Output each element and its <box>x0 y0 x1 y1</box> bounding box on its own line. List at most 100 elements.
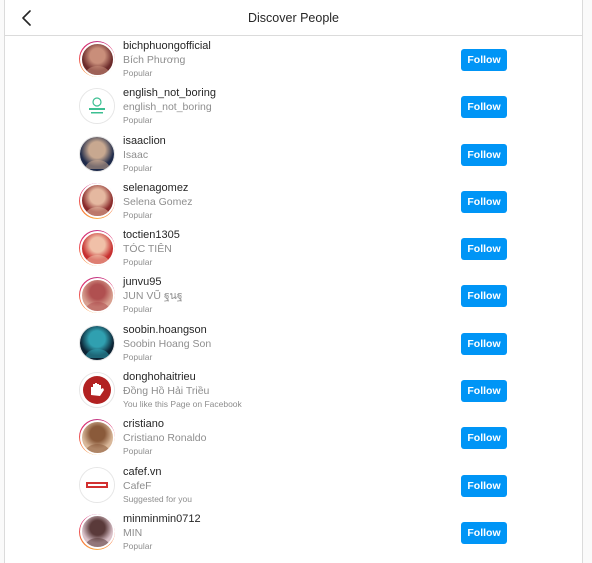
story-ring[interactable] <box>79 419 115 456</box>
user-info: bichphuongofficial Bích Phương Popular <box>123 40 423 80</box>
username[interactable]: selenagomez <box>123 182 423 195</box>
follow-button[interactable]: Follow <box>461 285 507 308</box>
user-info: isaaclion Isaac Popular <box>123 135 423 175</box>
suggestion-reason: Popular <box>123 68 153 78</box>
follow-button[interactable]: Follow <box>461 332 507 355</box>
username[interactable]: cafef.vn <box>123 466 423 479</box>
full-name: Bích Phương <box>123 54 186 66</box>
story-ring[interactable] <box>79 513 115 550</box>
story-ring[interactable] <box>79 41 115 77</box>
user-info: selenagomez Selena Gomez Popular <box>123 182 423 222</box>
profile-photo-icon <box>85 65 109 75</box>
follow-button[interactable]: Follow <box>461 96 507 119</box>
profile-photo-icon <box>85 443 109 453</box>
avatar <box>80 136 114 171</box>
user-row: soobin.hoangson Soobin Hoang Son Popular Fo… <box>5 320 582 367</box>
username[interactable]: soobin.hoangson <box>123 324 423 337</box>
user-row: donghohaitrieu Đồng Hồ Hải Triều You like … <box>5 367 582 414</box>
user-info: cristiano Cristiano Ronaldo Popular <box>123 418 423 458</box>
cafef-logo-icon <box>86 481 108 488</box>
story-ring[interactable] <box>79 182 115 219</box>
follow-button[interactable]: Follow <box>461 190 507 213</box>
profile-photo-icon <box>85 538 109 548</box>
avatar-frame[interactable] <box>79 88 115 125</box>
user-row: minminmin0712 MIN Popular Follow <box>5 509 582 556</box>
follow-button[interactable]: Follow <box>461 49 507 71</box>
avatar <box>79 230 115 266</box>
follow-button[interactable]: Follow <box>461 521 507 544</box>
avatar <box>80 325 114 360</box>
avatar-frame[interactable] <box>79 324 115 361</box>
avatar <box>79 277 115 313</box>
username[interactable]: junvu95 <box>123 276 423 289</box>
follow-button[interactable]: Follow <box>461 474 507 497</box>
header: Discover People <box>5 0 582 36</box>
hand-logo-icon <box>83 376 111 405</box>
avatar-frame[interactable] <box>79 466 115 503</box>
avatar <box>79 514 115 550</box>
suggestion-reason: Popular <box>123 115 153 126</box>
user-info: english_not_boring english_not_boring Popu… <box>123 87 423 127</box>
avatar <box>79 419 115 455</box>
suggestion-reason: Popular <box>123 162 153 173</box>
user-row: cafef.vn CafeF Suggested for you Follow <box>5 462 582 509</box>
user-row: english_not_boring english_not_boring Popu… <box>5 83 582 130</box>
user-row: bichphuongofficial Bích Phương Popular Foll… <box>5 36 582 83</box>
profile-photo-icon <box>85 160 109 170</box>
username[interactable]: english_not_boring <box>123 87 423 100</box>
full-name: JUN VŨ ฐนฐ <box>123 290 183 303</box>
user-info: donghohaitrieu Đồng Hồ Hải Triều You like … <box>123 371 423 411</box>
user-info: soobin.hoangson Soobin Hoang Son Popular <box>123 324 423 364</box>
full-name: Đồng Hồ Hải Triều <box>123 385 210 398</box>
avatar <box>80 89 114 124</box>
follow-button[interactable]: Follow <box>461 238 507 261</box>
follow-button[interactable]: Follow <box>461 380 507 403</box>
avatar <box>80 467 114 502</box>
user-row: junvu95 JUN VŨ ฐนฐ Popular Follow <box>5 272 582 319</box>
full-name: Soobin Hoang Son <box>123 337 212 350</box>
suggestion-reason: Popular <box>123 304 153 315</box>
username[interactable]: minminmin0712 <box>123 513 423 526</box>
page-title: Discover People <box>247 11 339 25</box>
avatar-frame[interactable] <box>79 135 115 172</box>
full-name: CafeF <box>123 479 152 492</box>
user-row: toctien1305 TÓC TIÊN Popular Follow <box>5 225 582 272</box>
profile-photo-icon <box>85 207 109 217</box>
user-info: cafef.vn CafeF Suggested for you <box>123 466 423 506</box>
profile-photo-icon <box>85 349 109 359</box>
discover-people-window: Discover People bichphuongofficial Bích P… <box>4 0 583 563</box>
username[interactable]: donghohaitrieu <box>123 371 423 384</box>
avatar-frame[interactable] <box>79 372 115 409</box>
story-ring[interactable] <box>79 277 115 314</box>
suggested-users-list: bichphuongofficial Bích Phương Popular Foll… <box>5 36 582 556</box>
profile-photo-icon <box>85 301 109 311</box>
username[interactable]: isaaclion <box>123 135 423 148</box>
username[interactable]: toctien1305 <box>123 229 423 242</box>
follow-button[interactable]: Follow <box>461 143 507 166</box>
user-row: selenagomez Selena Gomez Popular Follow <box>5 178 582 225</box>
user-info: toctien1305 TÓC TIÊN Popular <box>123 229 423 269</box>
user-info: minminmin0712 MIN Popular <box>123 513 423 553</box>
avatar <box>79 183 115 219</box>
follow-button[interactable]: Follow <box>461 427 507 450</box>
username[interactable]: bichphuongofficial <box>123 40 423 53</box>
suggestion-reason: You like this Page on Facebook <box>123 399 242 410</box>
suggestion-reason: Suggested for you <box>123 493 192 504</box>
english-logo-icon <box>89 97 105 114</box>
user-row: cristiano Cristiano Ronaldo Popular Follow <box>5 414 582 461</box>
full-name: Isaac <box>123 148 149 161</box>
suggestion-reason: Popular <box>123 257 153 268</box>
avatar <box>79 41 115 77</box>
full-name: TÓC TIÊN <box>123 243 172 256</box>
story-ring[interactable] <box>79 230 115 267</box>
full-name: english_not_boring <box>123 101 212 114</box>
full-name: Selena Gomez <box>123 195 193 208</box>
full-name: MIN <box>123 526 143 539</box>
suggestion-reason: Popular <box>123 209 153 220</box>
user-info: junvu95 JUN VŨ ฐนฐ Popular <box>123 276 423 316</box>
username[interactable]: cristiano <box>123 418 423 431</box>
full-name: Cristiano Ronaldo <box>123 432 207 445</box>
suggestion-reason: Popular <box>123 351 153 362</box>
user-row: isaaclion Isaac Popular Follow <box>5 131 582 178</box>
suggestion-reason: Popular <box>123 540 153 551</box>
